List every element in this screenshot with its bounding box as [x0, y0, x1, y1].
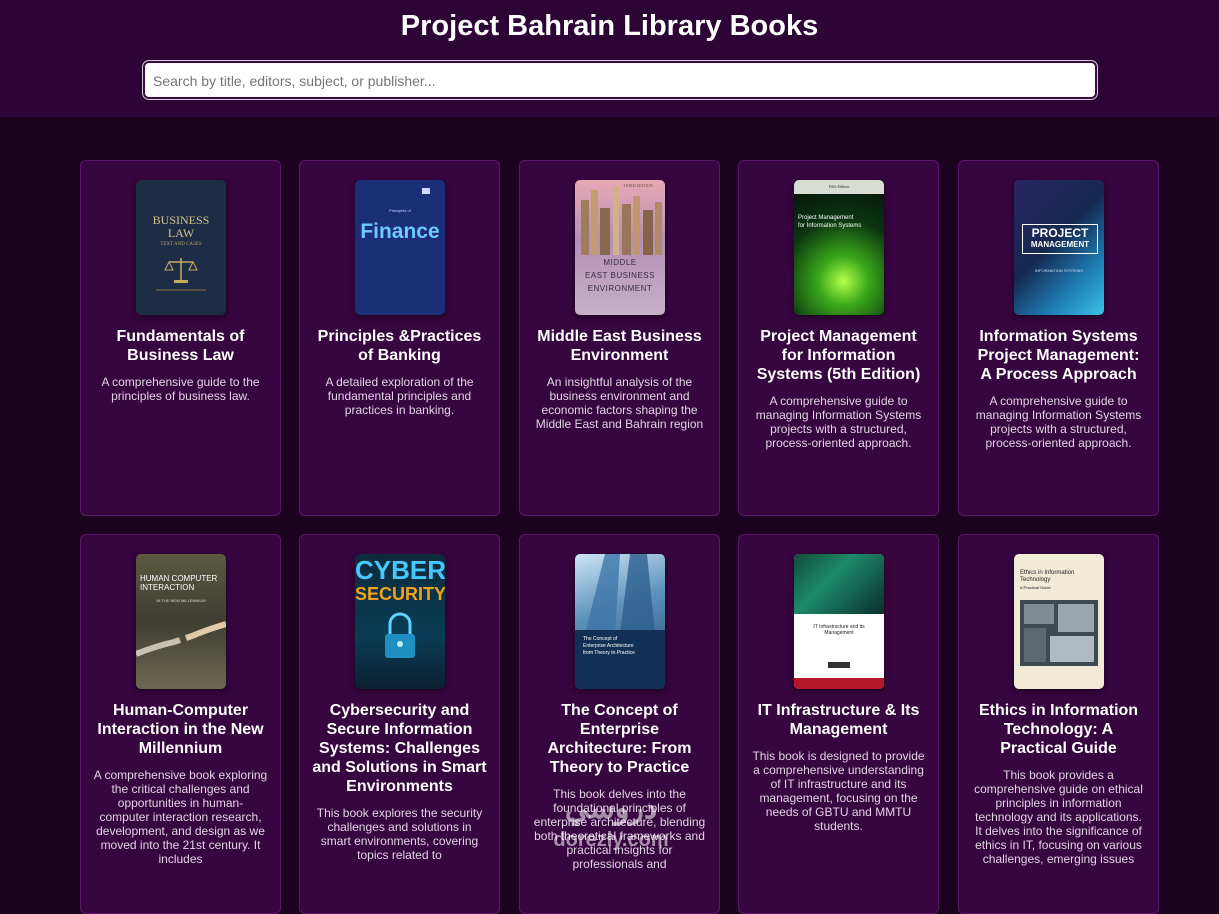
book-title: The Concept of Enterprise Architecture: …: [547, 702, 692, 776]
book-card-body: IT Infrastructure & Its Management This …: [751, 701, 926, 833]
book-cover[interactable]: BUSINESS LAW TEXT AND CASES: [136, 180, 226, 315]
building-icon: [585, 554, 655, 634]
hands-icon: [136, 621, 226, 657]
book-description: This book explores the security challeng…: [316, 806, 483, 862]
book-cover[interactable]: The Concept of Enterprise Architecture f…: [575, 554, 665, 689]
cover-text: The Concept of: [583, 636, 618, 642]
cover-text: for Information Systems: [798, 223, 862, 229]
cover-subtext: Principles of: [389, 208, 411, 213]
book-card[interactable]: IT Infrastructure and its Management IT …: [738, 534, 939, 914]
book-cover[interactable]: THIRD EDITION MIDDLE EAST BUSINESS ENVIR…: [575, 180, 665, 315]
book-card[interactable]: The Concept of Enterprise Architecture f…: [519, 534, 720, 914]
book-card-body: Ethics in Information Technology: A Prac…: [971, 701, 1146, 866]
cover-text: Management: [824, 630, 854, 636]
book-description: A comprehensive guide to the principles …: [101, 375, 260, 403]
cover-text: from Theory to Practice: [583, 650, 635, 656]
book-description: This book provides a comprehensive guide…: [974, 768, 1143, 866]
book-title: Principles &Practices of Banking: [317, 328, 482, 364]
book-cover[interactable]: Fifth Edition Project Management for Inf…: [794, 180, 884, 315]
book-card-body: The Concept of Enterprise Architecture: …: [532, 701, 707, 871]
book-card[interactable]: THIRD EDITION MIDDLE EAST BUSINESS ENVIR…: [519, 160, 720, 516]
book-card-body: Cybersecurity and Secure Information Sys…: [312, 701, 487, 862]
book-card-body: Project Management for Information Syste…: [751, 327, 926, 450]
scales-icon: [156, 258, 206, 291]
padlock-icon: [385, 612, 415, 658]
book-card[interactable]: Fifth Edition Project Management for Inf…: [738, 160, 939, 516]
book-card[interactable]: Ethics in Information Technology A Pract…: [958, 534, 1159, 914]
book-card[interactable]: Principles of Finance Principles &Practi…: [299, 160, 500, 516]
book-title: Cybersecurity and Secure Information Sys…: [312, 702, 487, 795]
cover-text: Project Management: [798, 215, 854, 221]
book-card-body: Information Systems Project Management: …: [971, 327, 1146, 450]
skyline-icon: [581, 186, 662, 255]
book-description: A comprehensive guide to managing Inform…: [975, 394, 1142, 450]
book-title: IT Infrastructure & Its Management: [757, 702, 920, 738]
book-card-body: Principles &Practices of Banking A detai…: [312, 327, 487, 417]
cover-text: ENVIRONMENT: [587, 284, 653, 293]
book-card[interactable]: BUSINESS LAW TEXT AND CASES Fundamentals…: [80, 160, 281, 516]
cover-subtext: INFORMATION SYSTEMS: [1035, 268, 1083, 273]
book-title: Ethics in Information Technology: A Prac…: [978, 702, 1139, 757]
cover-text: MIDDLE: [603, 258, 637, 267]
book-description: A detailed exploration of the fundamenta…: [325, 375, 474, 417]
book-cover[interactable]: IT Infrastructure and its Management: [794, 554, 884, 689]
cover-text: EAST BUSINESS: [585, 271, 655, 280]
book-card[interactable]: PROJECT MANAGEMENT INFORMATION SYSTEMS I…: [958, 160, 1159, 516]
publisher-logo-icon: [422, 188, 430, 194]
book-card-body: Human-Computer Interaction in the New Mi…: [93, 701, 268, 866]
page-header: Project Bahrain Library Books: [0, 0, 1219, 117]
book-cover[interactable]: CYBER SECURITY: [355, 554, 445, 689]
book-card-body: Fundamentals of Business Law A comprehen…: [93, 327, 268, 403]
cover-text: Finance: [360, 220, 440, 243]
cover-subtext: Fifth Edition: [828, 184, 850, 189]
book-cover[interactable]: HUMAN COMPUTER INTERACTION IN THE NEW MI…: [136, 554, 226, 689]
book-cover[interactable]: Principles of Finance: [355, 180, 445, 315]
book-cover[interactable]: PROJECT MANAGEMENT INFORMATION SYSTEMS: [1014, 180, 1104, 315]
book-card-body: Middle East Business Environment An insi…: [532, 327, 707, 431]
cover-collage-icon: [1020, 600, 1098, 666]
book-cover[interactable]: Ethics in Information Technology A Pract…: [1014, 554, 1104, 689]
cover-subtext: THIRD EDITION: [623, 183, 653, 188]
book-description: A comprehensive guide to managing Inform…: [755, 394, 922, 450]
search-input[interactable]: [151, 69, 1085, 93]
page-title: Project Bahrain Library Books: [400, 10, 819, 42]
book-card[interactable]: CYBER SECURITY Cybersecurity and Secure …: [299, 534, 500, 914]
book-title: Human-Computer Interaction in the New Mi…: [97, 702, 264, 757]
cover-text: PROJECT: [1031, 226, 1089, 240]
book-title: Middle East Business Environment: [537, 328, 702, 364]
book-description: This book delves into the foundational p…: [533, 787, 706, 871]
book-title: Information Systems Project Management: …: [977, 328, 1140, 383]
book-card[interactable]: HUMAN COMPUTER INTERACTION IN THE NEW MI…: [80, 534, 281, 914]
book-description: A comprehensive book exploring the criti…: [93, 768, 268, 866]
cover-text: Enterprise Architecture: [583, 643, 634, 649]
cover-text: MANAGEMENT: [1030, 240, 1090, 249]
publisher-logo-icon: [828, 662, 850, 668]
book-description: An insightful analysis of the business e…: [535, 375, 704, 431]
book-title: Project Management for Information Syste…: [756, 328, 921, 383]
book-title: Fundamentals of Business Law: [116, 328, 245, 364]
book-description: This book is designed to provide a compr…: [752, 749, 925, 833]
search-box[interactable]: [143, 61, 1097, 99]
